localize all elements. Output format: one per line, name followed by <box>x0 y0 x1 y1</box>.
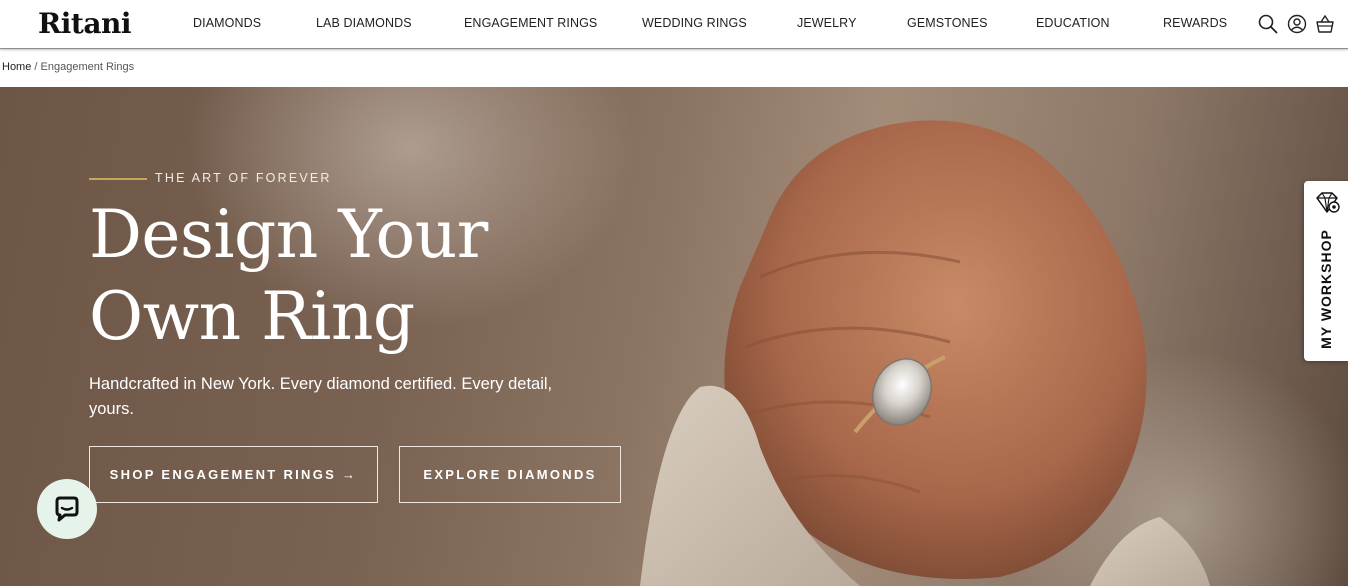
breadcrumb-current: Engagement Rings <box>40 61 135 73</box>
nav-diamonds[interactable]: DIAMONDS <box>193 16 261 30</box>
hero-banner: THE ART OF FOREVER Design Your Own Ring … <box>0 87 1348 586</box>
my-workshop-label: MY WORKSHOP <box>1318 229 1334 349</box>
my-workshop-tab[interactable]: MY WORKSHOP <box>1304 181 1348 361</box>
breadcrumb: Home / Engagement Rings <box>2 61 134 73</box>
ritani-logo[interactable]: Ritani <box>38 7 131 40</box>
hero-eyebrow: THE ART OF FOREVER <box>155 171 332 185</box>
breadcrumb-home-link[interactable]: Home <box>2 61 31 73</box>
cart-icon[interactable] <box>1314 13 1336 35</box>
site-header: Ritani DIAMONDS LAB DIAMONDS ENGAGEMENT … <box>0 0 1348 49</box>
nav-gemstones[interactable]: GEMSTONES <box>907 16 988 30</box>
explore-diamonds-button[interactable]: EXPLORE DIAMONDS <box>399 446 621 503</box>
hero-title-line-2: Own Ring <box>89 278 415 355</box>
account-icon[interactable] <box>1286 13 1308 35</box>
hero-subtitle: Handcrafted in New York. Every diamond c… <box>89 375 553 418</box>
nav-lab-diamonds[interactable]: LAB DIAMONDS <box>316 16 412 30</box>
nav-education[interactable]: EDUCATION <box>1036 16 1110 30</box>
chat-bubble-icon <box>55 496 79 522</box>
breadcrumb-separator: / <box>31 61 41 73</box>
nav-wedding-rings[interactable]: WEDDING RINGS <box>642 16 747 30</box>
nav-engagement-rings[interactable]: ENGAGEMENT RINGS <box>464 16 597 30</box>
diamond-gear-icon <box>1316 192 1340 213</box>
live-chat-button[interactable] <box>37 479 97 539</box>
nav-jewelry[interactable]: JEWELRY <box>797 16 857 30</box>
eyebrow-accent-line <box>89 178 147 180</box>
hero-title: Design Your Own Ring <box>89 194 488 358</box>
nav-rewards[interactable]: REWARDS <box>1163 16 1227 30</box>
search-icon[interactable] <box>1257 13 1279 35</box>
shop-engagement-rings-button[interactable]: SHOP ENGAGEMENT RINGS → <box>89 446 378 503</box>
hero-title-line-1: Design Your <box>89 196 488 273</box>
